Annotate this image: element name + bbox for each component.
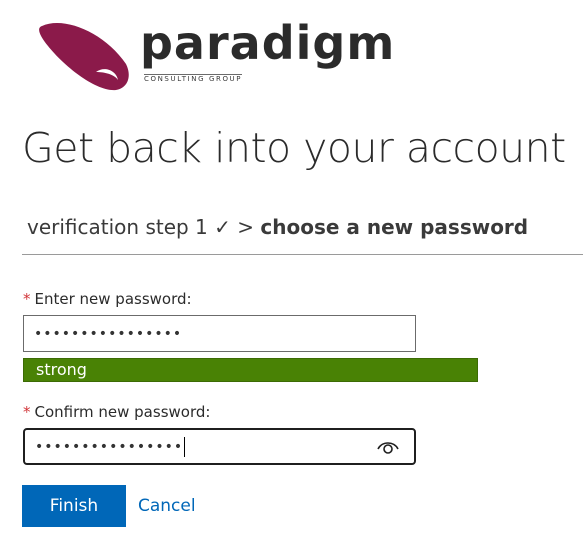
- paradigm-logo-mark: [39, 23, 129, 91]
- confirm-password-label: * Confirm new password:: [23, 403, 210, 421]
- required-marker: *: [23, 403, 31, 421]
- password-strength-indicator: strong: [23, 358, 478, 382]
- new-password-label-text: Enter new password:: [34, 290, 192, 308]
- finish-button[interactable]: Finish: [22, 485, 126, 527]
- brand-name: paradigm: [140, 16, 396, 70]
- cancel-link[interactable]: Cancel: [138, 496, 196, 516]
- confirm-password-value: ••••••••••••••••: [35, 438, 184, 455]
- confirm-password-input[interactable]: ••••••••••••••••: [23, 428, 416, 465]
- new-password-input[interactable]: ••••••••••••••••: [23, 315, 416, 352]
- text-caret: [184, 436, 186, 457]
- new-password-value: ••••••••••••••••: [34, 325, 183, 342]
- new-password-label: * Enter new password:: [23, 290, 192, 308]
- step-current: choose a new password: [260, 215, 529, 239]
- eye-icon[interactable]: [376, 438, 400, 456]
- divider: [22, 254, 583, 255]
- brand-tagline: CONSULTING GROUP: [144, 74, 243, 83]
- company-logo: paradigm CONSULTING GROUP: [34, 14, 424, 96]
- confirm-password-label-text: Confirm new password:: [34, 403, 211, 421]
- required-marker: *: [23, 290, 31, 308]
- page-title: Get back into your account: [22, 124, 566, 172]
- step-completed: verification step 1 ✓: [27, 215, 231, 239]
- step-separator: >: [237, 215, 255, 239]
- breadcrumb: verification step 1 ✓ > choose a new pas…: [27, 215, 528, 239]
